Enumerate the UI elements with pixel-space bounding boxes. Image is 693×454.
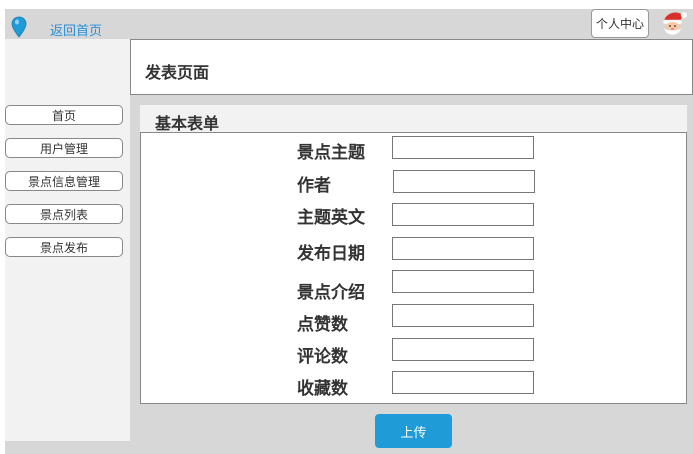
user-center-button[interactable]: 个人中心 xyxy=(591,9,649,38)
favorites-input[interactable] xyxy=(392,371,534,394)
field-label-likes: 点赞数 xyxy=(297,315,348,335)
basic-form: 景点主题 作者 主题英文 发布日期 景点介绍 点赞数 评论数 收藏数 xyxy=(140,132,687,404)
topic-english-input[interactable] xyxy=(392,203,534,226)
author-input[interactable] xyxy=(393,170,535,193)
sidebar: 首页 用户管理 景点信息管理 景点列表 景点发布 xyxy=(5,39,130,441)
page-title: 发表页面 xyxy=(145,63,210,82)
field-label-spot-topic: 景点主题 xyxy=(297,143,365,163)
sidebar-item-spot-list[interactable]: 景点列表 xyxy=(5,204,123,224)
santa-avatar-icon[interactable] xyxy=(658,9,688,39)
form-title: 基本表单 xyxy=(155,114,220,133)
likes-input[interactable] xyxy=(392,304,534,327)
field-label-spot-intro: 景点介绍 xyxy=(297,283,365,303)
comments-input[interactable] xyxy=(392,338,534,361)
field-label-comments: 评论数 xyxy=(297,347,348,367)
back-home-link[interactable]: 返回首页 xyxy=(50,20,102,39)
field-label-publish-date: 发布日期 xyxy=(297,244,365,264)
upload-button[interactable]: 上传 xyxy=(375,414,452,448)
spot-intro-input[interactable] xyxy=(392,270,534,293)
spot-topic-input[interactable] xyxy=(392,136,534,159)
form-header: 基本表单 xyxy=(140,105,687,133)
location-pin-icon xyxy=(11,16,27,38)
field-label-favorites: 收藏数 xyxy=(297,379,348,399)
publish-date-input[interactable] xyxy=(392,237,534,260)
sidebar-item-user-management[interactable]: 用户管理 xyxy=(5,138,123,158)
page-header: 发表页面 xyxy=(130,39,693,95)
field-label-author: 作者 xyxy=(297,176,331,196)
sidebar-item-spot-info-management[interactable]: 景点信息管理 xyxy=(5,171,123,191)
sidebar-item-home[interactable]: 首页 xyxy=(5,105,123,125)
sidebar-item-spot-publish[interactable]: 景点发布 xyxy=(5,237,123,257)
top-bar: 返回首页 个人中心 xyxy=(5,9,693,39)
field-label-topic-english: 主题英文 xyxy=(297,208,365,228)
